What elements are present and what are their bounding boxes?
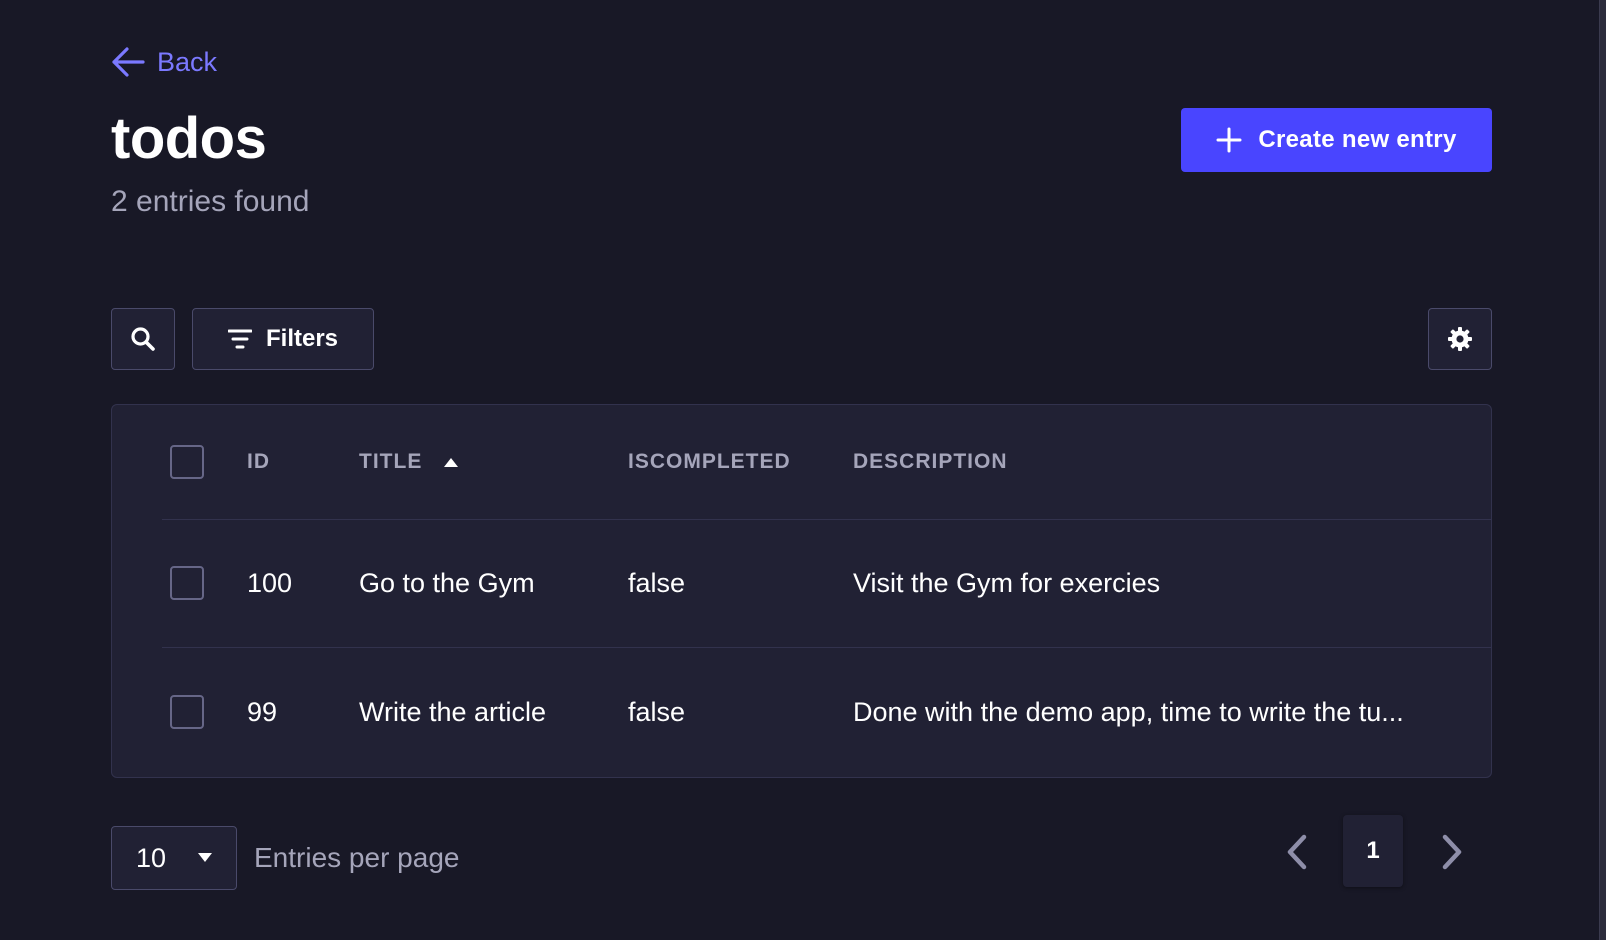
- arrow-left-icon: [112, 47, 145, 77]
- caret-down-icon: [198, 853, 212, 862]
- cell-id: 99: [247, 696, 278, 727]
- page-button-current[interactable]: 1: [1343, 815, 1403, 887]
- column-header-title[interactable]: TITLE: [359, 405, 459, 519]
- column-header-iscompleted[interactable]: ISCOMPLETED: [628, 405, 791, 519]
- cell-title: Go to the Gym: [359, 567, 535, 598]
- chevron-right-icon: [1442, 834, 1462, 870]
- entries-count: 2 entries found: [111, 185, 310, 218]
- cell-iscompleted: false: [628, 567, 686, 598]
- entries-table: ID TITLE ISCOMPLETED DESCRIPTION 100 Go …: [111, 404, 1492, 778]
- select-all-checkbox[interactable]: [170, 445, 204, 479]
- entries-per-page-value: 10: [136, 842, 167, 873]
- column-header-description[interactable]: DESCRIPTION: [853, 405, 1008, 519]
- plus-icon: [1216, 127, 1242, 153]
- create-new-entry-button[interactable]: Create new entry: [1181, 108, 1492, 172]
- previous-page-button[interactable]: [1282, 832, 1312, 872]
- cell-description: Done with the demo app, time to write th…: [853, 696, 1404, 727]
- row-checkbox[interactable]: [170, 695, 204, 729]
- page: Back todos 2 entries found Create new en…: [0, 0, 1606, 940]
- next-page-button[interactable]: [1437, 832, 1467, 872]
- table-header-row: ID TITLE ISCOMPLETED DESCRIPTION: [112, 405, 1491, 519]
- page-title: todos: [111, 106, 267, 171]
- scrollbar[interactable]: [1599, 0, 1606, 940]
- entries-per-page-select[interactable]: 10: [111, 826, 237, 890]
- cell-iscompleted: false: [628, 696, 686, 727]
- cell-title: Write the article: [359, 696, 547, 727]
- cell-id: 100: [247, 567, 293, 598]
- caret-up-icon: [444, 457, 459, 467]
- column-header-id[interactable]: ID: [247, 405, 270, 519]
- search-icon: [131, 327, 155, 351]
- cell-description: Visit the Gym for exercies: [853, 567, 1161, 598]
- filter-icon: [227, 329, 252, 349]
- row-checkbox[interactable]: [170, 566, 204, 600]
- search-button[interactable]: [111, 308, 175, 370]
- filters-button[interactable]: Filters: [192, 308, 374, 370]
- entries-per-page-label: Entries per page: [254, 842, 460, 873]
- table-row[interactable]: 100 Go to the Gym false Visit the Gym fo…: [112, 519, 1491, 647]
- gear-icon: [1448, 327, 1472, 351]
- create-new-entry-label: Create new entry: [1258, 126, 1457, 153]
- back-link[interactable]: Back: [111, 46, 217, 78]
- back-link-label: Back: [157, 46, 218, 77]
- settings-button[interactable]: [1428, 308, 1492, 370]
- filters-label: Filters: [265, 325, 339, 352]
- chevron-left-icon: [1287, 834, 1307, 870]
- table-row[interactable]: 99 Write the article false Done with the…: [112, 648, 1491, 776]
